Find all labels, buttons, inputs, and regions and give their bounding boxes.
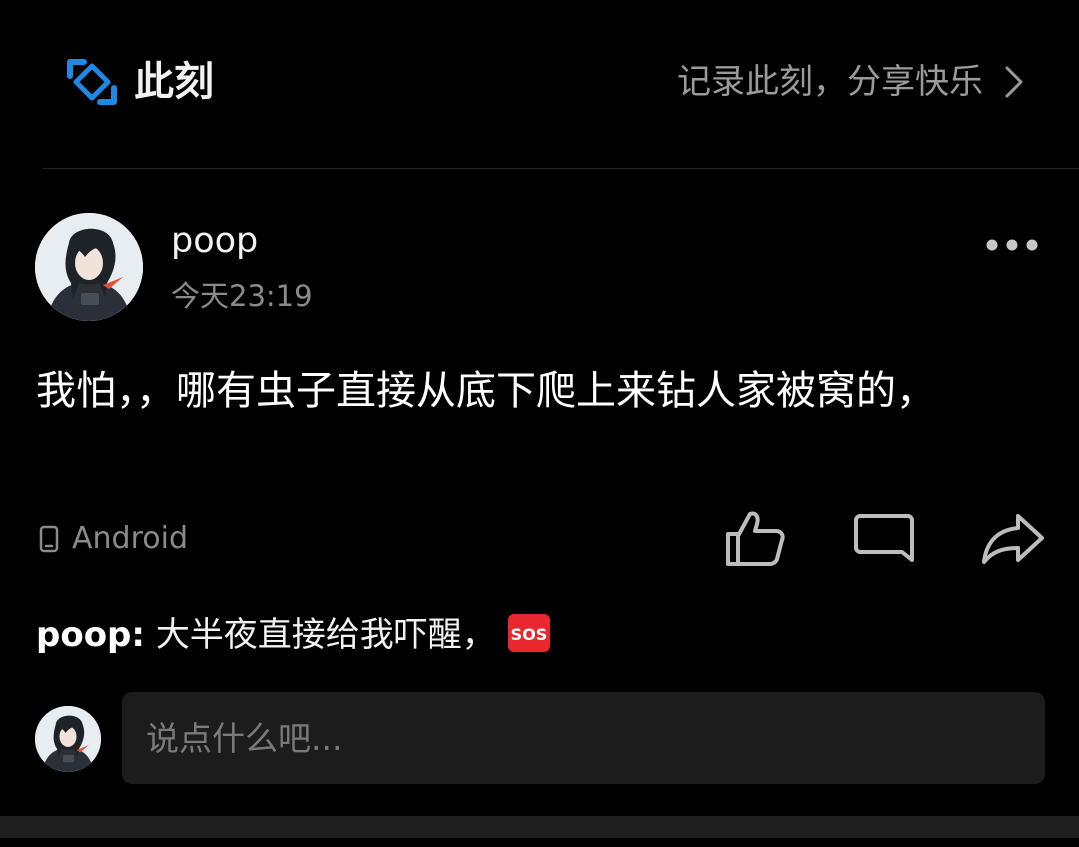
comment-item: poop: 大半夜直接给我吓醒， SOS bbox=[36, 612, 550, 658]
comment-input[interactable] bbox=[122, 692, 1045, 784]
header-divider bbox=[43, 168, 1079, 169]
current-user-avatar[interactable] bbox=[35, 706, 101, 772]
device-info: Android bbox=[38, 518, 188, 560]
more-options-icon[interactable] bbox=[984, 232, 1040, 258]
moment-logo-icon bbox=[67, 59, 117, 105]
share-icon[interactable] bbox=[980, 506, 1044, 570]
app-title: 此刻 bbox=[134, 59, 214, 105]
comment-author[interactable]: poop: bbox=[36, 615, 145, 655]
header-link-text: 记录此刻，分享快乐 bbox=[677, 62, 983, 102]
post-username[interactable]: poop bbox=[171, 218, 258, 264]
device-label: Android bbox=[72, 521, 188, 556]
header-share-link[interactable]: 记录此刻，分享快乐 bbox=[677, 58, 1027, 106]
sos-emoji-text: SOS bbox=[510, 625, 547, 644]
post-timestamp: 今天23:19 bbox=[171, 279, 313, 313]
post-content: 我怕，，哪有虫子直接从底下爬上来钻人家被窝的， bbox=[36, 368, 936, 414]
thumbs-up-icon[interactable] bbox=[722, 506, 786, 570]
header: 此刻 记录此刻，分享快乐 bbox=[0, 0, 1079, 168]
avatar[interactable] bbox=[35, 213, 143, 321]
comment-text: 大半夜直接给我吓醒， bbox=[155, 615, 496, 655]
comment-icon[interactable] bbox=[852, 506, 916, 570]
sos-emoji-icon: SOS bbox=[507, 614, 550, 652]
phone-icon bbox=[39, 525, 59, 553]
bottom-bar bbox=[0, 816, 1079, 838]
chevron-right-icon bbox=[1005, 66, 1023, 98]
